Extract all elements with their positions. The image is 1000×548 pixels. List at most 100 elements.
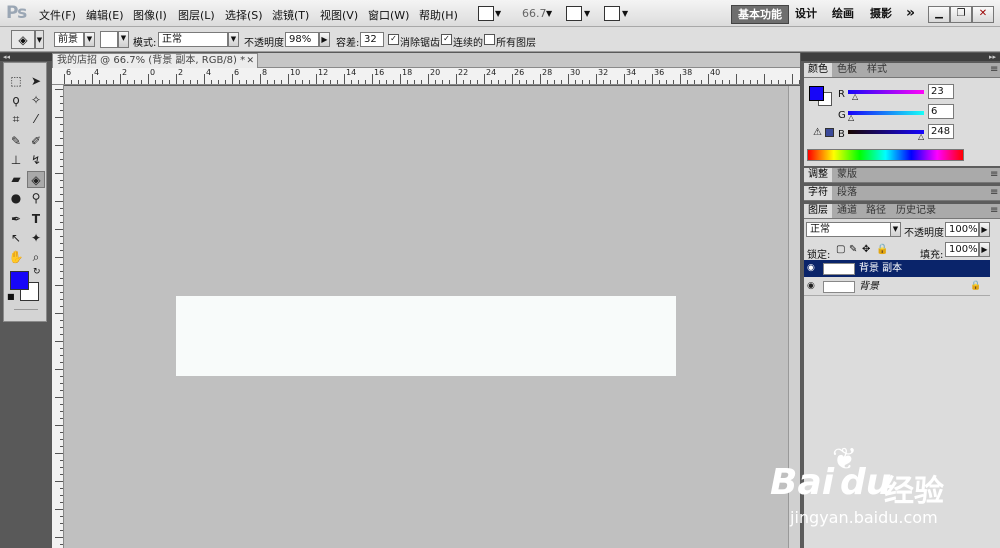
path-selection-tool-icon[interactable]: ↖ — [7, 230, 25, 247]
blend-mode-select[interactable]: 正常 — [806, 222, 892, 237]
tab-swatches[interactable]: 色板 — [833, 63, 861, 77]
close-icon[interactable]: ✕ — [246, 54, 254, 68]
tab-history[interactable]: 历史记录 — [892, 204, 940, 218]
foreground-color-swatch[interactable] — [809, 86, 824, 101]
lasso-tool-icon[interactable]: ϙ — [7, 92, 25, 109]
menu-edit[interactable]: 编辑(E) — [86, 7, 124, 23]
tab-paths[interactable]: 路径 — [862, 204, 890, 218]
workspace-design-button[interactable]: 设计 — [789, 5, 823, 22]
layer-row[interactable]: ◉ 背景 🔒 — [804, 278, 990, 296]
contiguous-checkbox[interactable]: ✓ — [441, 34, 452, 45]
marquee-tool-icon[interactable]: ⬚ — [7, 73, 25, 90]
menu-view[interactable]: 视图(V) — [320, 7, 358, 23]
gamut-swatch[interactable] — [825, 128, 834, 137]
chevron-down-icon[interactable]: ▼ — [495, 9, 501, 18]
red-value-input[interactable]: 23 — [928, 84, 954, 99]
mode-select[interactable]: 正常 — [158, 32, 228, 47]
move-tool-icon[interactable]: ➤ — [27, 73, 45, 90]
chevron-right-icon[interactable]: ▶ — [319, 32, 330, 47]
tab-layers[interactable]: 图层 — [804, 204, 832, 218]
tab-color[interactable]: 颜色 — [804, 63, 832, 77]
clone-stamp-tool-icon[interactable]: ⊥ — [7, 152, 25, 169]
fill-input[interactable]: 100% — [945, 242, 979, 257]
launch-bridge-icon[interactable] — [478, 6, 494, 21]
opacity-input[interactable]: 98% — [285, 32, 319, 47]
chevron-down-icon[interactable]: ▼ — [584, 9, 590, 18]
slider-handle-icon[interactable]: △ — [918, 132, 924, 141]
red-slider[interactable] — [848, 90, 924, 94]
workspace-essentials-button[interactable]: 基本功能 — [731, 5, 789, 24]
chevron-down-icon[interactable]: ▼ — [84, 32, 95, 47]
tab-styles[interactable]: 样式 — [863, 63, 891, 77]
layer-opacity-input[interactable]: 100% — [945, 222, 979, 237]
menu-layer[interactable]: 图层(L) — [178, 7, 215, 23]
blur-tool-icon[interactable]: ● — [7, 190, 25, 207]
zoom-tool-icon[interactable]: ⌕ — [27, 249, 45, 266]
warning-icon[interactable]: ⚠ — [813, 127, 822, 138]
lock-all-icon[interactable]: 🔒 — [876, 244, 888, 255]
chevron-right-icon[interactable]: ▶ — [979, 242, 990, 257]
panel-menu-icon[interactable]: ≡ — [990, 168, 998, 182]
eraser-tool-icon[interactable]: ▰ — [7, 171, 25, 188]
chevron-down-icon[interactable]: ▼ — [890, 222, 901, 237]
workspace-painting-button[interactable]: 绘画 — [826, 5, 860, 22]
panel-menu-icon[interactable]: ≡ — [990, 63, 998, 77]
more-workspaces-button[interactable]: » — [900, 5, 921, 22]
chevron-down-icon[interactable]: ▼ — [118, 31, 129, 48]
green-value-input[interactable]: 6 — [928, 104, 954, 119]
workspace-photography-button[interactable]: 摄影 — [864, 5, 898, 22]
tab-character[interactable]: 字符 — [804, 186, 832, 200]
lock-transparency-icon[interactable]: ▢ — [836, 244, 845, 255]
shape-tool-icon[interactable]: ✦ — [27, 230, 45, 247]
magic-wand-tool-icon[interactable]: ✧ — [27, 92, 45, 109]
foreground-color-swatch[interactable] — [10, 271, 29, 290]
menu-file[interactable]: 文件(F) — [39, 7, 76, 23]
paint-bucket-icon[interactable]: ◈ — [11, 30, 35, 49]
blue-slider[interactable] — [848, 130, 924, 134]
menu-image[interactable]: 图像(I) — [133, 7, 167, 23]
chevron-down-icon[interactable]: ▼ — [622, 9, 628, 18]
blue-value-input[interactable]: 248 — [928, 124, 954, 139]
screen-mode-icon[interactable] — [604, 6, 620, 21]
dodge-tool-icon[interactable]: ⚲ — [27, 190, 45, 207]
menu-select[interactable]: 选择(S) — [225, 7, 263, 23]
default-colors-icon[interactable]: ■ — [7, 292, 15, 301]
zoom-level[interactable]: 66.7 — [522, 7, 547, 20]
fill-source-select[interactable]: 前景 — [54, 32, 84, 47]
lock-pixels-icon[interactable]: ✎ — [849, 244, 857, 255]
slider-handle-icon[interactable]: △ — [848, 113, 854, 122]
expand-arrows-icon[interactable]: ▸▸ — [801, 53, 1000, 61]
crop-tool-icon[interactable]: ⌗ — [7, 111, 25, 128]
pen-tool-icon[interactable]: ✒ — [7, 211, 25, 228]
menu-window[interactable]: 窗口(W) — [368, 7, 409, 23]
chevron-down-icon[interactable]: ▼ — [546, 9, 552, 18]
all-layers-checkbox[interactable] — [484, 34, 495, 45]
tab-masks[interactable]: 蒙版 — [833, 168, 861, 182]
collapse-arrows-icon[interactable]: ◂◂ — [0, 53, 52, 61]
layer-row-selected[interactable]: ◉ 背景 副本 — [804, 260, 990, 277]
tab-channels[interactable]: 通道 — [833, 204, 861, 218]
chevron-down-icon[interactable]: ▼ — [228, 32, 239, 47]
chevron-down-icon[interactable]: ▼ — [35, 30, 44, 49]
restore-icon[interactable]: ❐ — [950, 6, 972, 23]
pattern-swatch[interactable] — [100, 31, 118, 48]
color-spectrum-ramp[interactable] — [807, 149, 964, 161]
panel-menu-icon[interactable]: ≡ — [990, 204, 998, 218]
document-tab[interactable]: 我的店招 @ 66.7% (背景 副本, RGB/8) * ✕ — [52, 53, 258, 68]
menu-filter[interactable]: 滤镜(T) — [272, 7, 309, 23]
hand-tool-icon[interactable]: ✋ — [7, 249, 25, 266]
close-icon[interactable]: ✕ — [972, 6, 994, 23]
panel-menu-icon[interactable]: ≡ — [990, 186, 998, 200]
eye-icon[interactable]: ◉ — [807, 263, 817, 273]
type-tool-icon[interactable]: T — [27, 211, 45, 228]
eye-icon[interactable]: ◉ — [807, 281, 817, 291]
antialias-checkbox[interactable]: ✓ — [388, 34, 399, 45]
history-brush-tool-icon[interactable]: ↯ — [27, 152, 45, 169]
document-canvas[interactable] — [176, 296, 676, 376]
vertical-ruler[interactable] — [52, 85, 64, 548]
arrange-documents-icon[interactable] — [566, 6, 582, 21]
lock-position-icon[interactable]: ✥ — [862, 244, 870, 255]
brush-tool-icon[interactable]: ✐ — [27, 133, 45, 150]
horizontal-ruler[interactable]: 6 4 2 0 2 4 6 8 10 12 14 16 18 20 22 24 26 28 30 32 34 36 38 40 — [52, 68, 800, 85]
slider-handle-icon[interactable]: △ — [852, 92, 858, 101]
